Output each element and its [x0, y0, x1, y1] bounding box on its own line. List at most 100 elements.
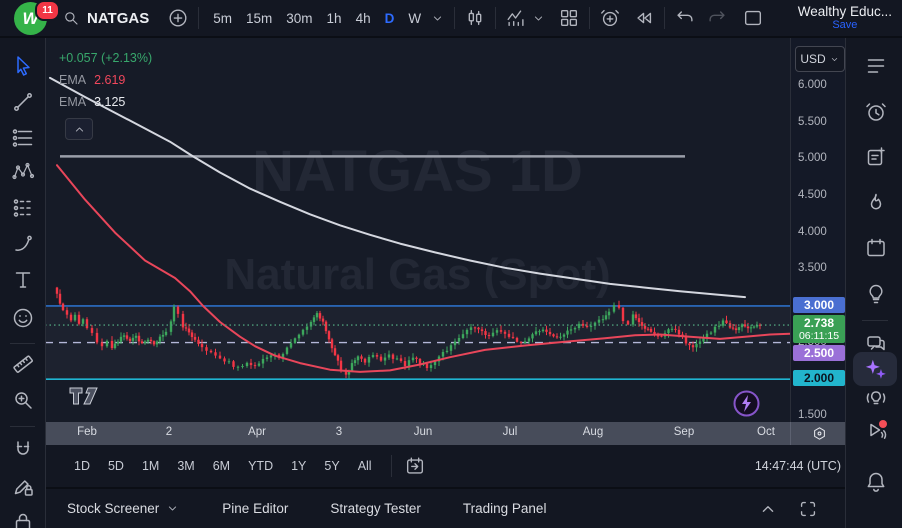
watchlist-panel-button[interactable]: [864, 54, 888, 78]
panel-tab-stock-screener[interactable]: Stock Screener: [67, 501, 180, 516]
undo-icon[interactable]: [672, 5, 698, 31]
range-all[interactable]: All: [351, 457, 379, 475]
fib-retracement-tool[interactable]: [11, 126, 35, 150]
forecast-tool[interactable]: [11, 196, 35, 220]
layout-name-menu[interactable]: Wealthy Educ... Save: [798, 4, 892, 32]
xabcd-pattern-tool[interactable]: [11, 160, 35, 184]
price-tick: 3.500: [798, 262, 827, 274]
panel-tab-strategy-tester[interactable]: Strategy Tester: [330, 501, 421, 516]
currency-label: USD: [800, 52, 825, 66]
timeframe-w[interactable]: W: [401, 11, 428, 26]
timeframe-30m[interactable]: 30m: [279, 11, 319, 26]
time-tick: Jul: [503, 426, 518, 438]
chevron-down-icon: [829, 54, 840, 65]
search-icon: [62, 9, 80, 27]
ideas-panel-button[interactable]: [864, 282, 888, 306]
streams-panel-button[interactable]: [864, 418, 888, 442]
create-alert-icon[interactable]: [597, 5, 623, 31]
symbol-search[interactable]: NATGAS: [62, 9, 149, 27]
timeframe-15m[interactable]: 15m: [239, 11, 279, 26]
text-tool[interactable]: [11, 268, 35, 292]
notes-panel-button[interactable]: [864, 145, 888, 169]
save-layout-icon[interactable]: [740, 5, 766, 31]
open-panel-icon[interactable]: [757, 498, 779, 520]
divider: [664, 7, 665, 29]
clock: 14:47:44 (UTC): [755, 459, 841, 473]
range-6m[interactable]: 6M: [206, 457, 237, 475]
scales-settings-icon[interactable]: [811, 425, 828, 442]
time-tick: 3: [336, 426, 342, 438]
drawing-toolbar: [0, 38, 46, 528]
timeframe-d[interactable]: D: [378, 11, 402, 26]
time-tick: Jun: [414, 426, 433, 438]
brush-tool[interactable]: [11, 232, 35, 256]
time-tick: Aug: [583, 426, 603, 438]
timeframes-chevron-icon[interactable]: [428, 9, 447, 28]
range-1y[interactable]: 1Y: [284, 457, 313, 475]
range-5d[interactable]: 5D: [101, 457, 131, 475]
sparkles-icon: [862, 356, 888, 382]
collapse-legend-button[interactable]: [65, 118, 93, 140]
chart-pane[interactable]: NATGAS 1D Natural Gas (Spot) +0.057 (+2.…: [45, 38, 790, 422]
chevron-up-icon: [72, 122, 87, 137]
lock-tool[interactable]: [11, 510, 35, 528]
hotlists-panel-button[interactable]: [864, 191, 888, 215]
notifications-panel-button[interactable]: [864, 470, 888, 494]
time-tick: Sep: [674, 426, 694, 438]
magnet-tool[interactable]: [11, 438, 35, 462]
price-tick: 4.000: [798, 226, 827, 238]
zoom-in-tool[interactable]: [11, 388, 35, 412]
tradingview-logo[interactable]: [68, 385, 104, 407]
goto-date-icon[interactable]: [404, 455, 426, 477]
multichart-layout-icon[interactable]: [556, 5, 582, 31]
range-3m[interactable]: 3M: [170, 457, 201, 475]
indicators-icon[interactable]: [503, 5, 529, 31]
symbol-name: NATGAS: [87, 10, 149, 27]
measure-tool[interactable]: [11, 352, 35, 376]
redo-icon[interactable]: [704, 5, 730, 31]
panel-tab-trading-panel[interactable]: Trading Panel: [463, 501, 547, 516]
user-menu-button[interactable]: W 11: [8, 0, 52, 36]
top-toolbar: W 11 NATGAS 5m15m30m1h4hDW Wealthy Educ.…: [0, 0, 902, 38]
live-streams-panel-button[interactable]: [864, 386, 888, 410]
chart-legend: +0.057 (+2.13%) EMA2.619 EMA3.125: [59, 48, 152, 114]
timeframe-1h[interactable]: 1h: [320, 11, 349, 26]
timeframe-list: 5m15m30m1h4hDW: [206, 11, 428, 26]
chart-type-icon[interactable]: [462, 5, 488, 31]
price-tick: 6.000: [798, 79, 827, 91]
maximize-panel-icon[interactable]: [797, 498, 819, 520]
trend-line-tool[interactable]: [11, 90, 35, 114]
indicators-chevron-icon[interactable]: [529, 9, 548, 28]
currency-selector[interactable]: USD: [795, 46, 845, 72]
ema-fast-value: 2.619: [94, 73, 125, 87]
range-1m[interactable]: 1M: [135, 457, 166, 475]
range-ytd[interactable]: YTD: [241, 457, 280, 475]
price-tick: 5.000: [798, 152, 827, 164]
emoji-tool[interactable]: [11, 306, 35, 330]
price-change-text: +0.057 (+2.13%): [59, 48, 152, 70]
bar-replay-icon[interactable]: [631, 5, 657, 31]
timeframe-5m[interactable]: 5m: [206, 11, 239, 26]
chart-plot[interactable]: [45, 38, 790, 422]
timeframe-4h[interactable]: 4h: [349, 11, 378, 26]
divider: [391, 455, 392, 477]
ai-assistant-button[interactable]: [853, 352, 897, 386]
divider: [198, 7, 199, 29]
level-3-label: 3.000: [793, 297, 845, 313]
lock-drawings-tool[interactable]: [11, 474, 35, 498]
cursor-tool[interactable]: [11, 54, 35, 78]
ema-slow-value: 3.125: [94, 95, 125, 109]
level-2_5-label: 2.500: [793, 345, 845, 361]
compare-add-icon[interactable]: [165, 5, 191, 31]
time-scale[interactable]: Feb2Apr3JunJulAugSepOct: [45, 422, 853, 445]
panel-tab-pine-editor[interactable]: Pine Editor: [222, 501, 288, 516]
countdown-timer: 06:11:15: [793, 330, 845, 342]
range-1d[interactable]: 1D: [67, 457, 97, 475]
range-5y[interactable]: 5Y: [317, 457, 346, 475]
alerts-panel-button[interactable]: [864, 100, 888, 124]
save-button[interactable]: Save: [798, 19, 892, 32]
calendar-panel-button[interactable]: [864, 236, 888, 260]
time-tick: Oct: [757, 426, 775, 438]
boost-lightning-badge[interactable]: [733, 390, 760, 417]
bottom-tabs: Stock Screener Pine Editor Strategy Tester…: [67, 501, 546, 516]
